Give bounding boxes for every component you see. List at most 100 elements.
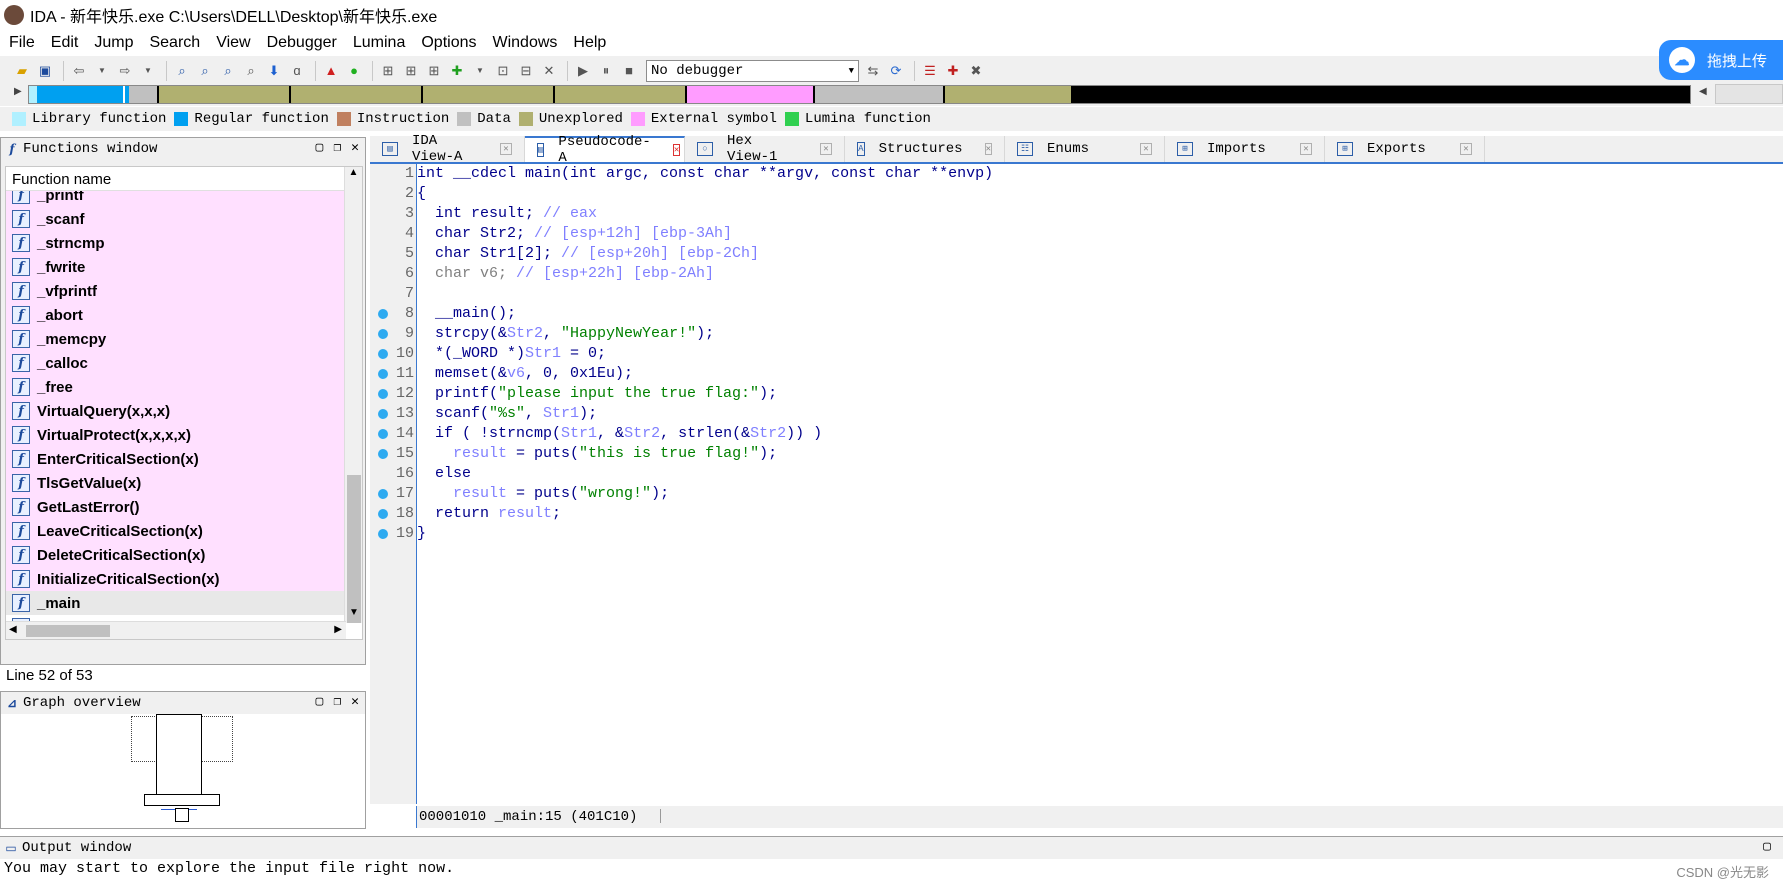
code-line[interactable]: printf("please input the true flag:"); — [417, 384, 1783, 404]
open-file-icon[interactable]: ▰ — [12, 61, 32, 81]
close-tab-icon[interactable]: ✕ — [672, 144, 681, 156]
scroll-up-icon[interactable]: ▲ — [345, 167, 362, 183]
function-row[interactable]: f _vfprintf — [6, 279, 344, 303]
binoculars-next-icon[interactable]: ⌕ — [241, 61, 261, 81]
save-icon[interactable]: ▣ — [35, 61, 55, 81]
undefine-icon[interactable]: ⊟ — [516, 61, 536, 81]
breakpoint-dot-icon[interactable] — [378, 449, 388, 459]
tab-structures[interactable]: A Structures ✕ — [845, 136, 1005, 162]
breakpoint-dot-icon[interactable] — [378, 329, 388, 339]
menu-debugger[interactable]: Debugger — [259, 30, 345, 56]
function-row[interactable]: f EnterCriticalSection(x) — [6, 447, 344, 471]
function-row[interactable]: f _strncmp — [6, 231, 344, 255]
tab-ida-view-a[interactable]: ▤ IDA View-A ✕ — [370, 133, 525, 165]
add-icon[interactable]: ✚ — [447, 61, 467, 81]
function-row[interactable]: f _printf — [6, 191, 344, 207]
chevron-down-icon[interactable]: ▼ — [470, 61, 490, 81]
code-line[interactable]: int __cdecl main(int argc, const char **… — [417, 164, 1783, 184]
function-row[interactable]: f _main — [6, 591, 344, 615]
maximize-icon[interactable]: ▢ — [316, 694, 324, 709]
close-icon[interactable]: ✕ — [351, 140, 359, 155]
menu-file[interactable]: File — [0, 30, 43, 56]
code-line[interactable]: if ( !strncmp(Str1, & Str2, strlen(& Str2)… — [417, 424, 1783, 444]
restore-icon[interactable]: ❐ — [333, 140, 341, 155]
function-row[interactable]: f LeaveCriticalSection(x) — [6, 519, 344, 543]
struct-icon[interactable]: ⊞ — [424, 61, 444, 81]
restore-icon[interactable]: ❐ — [333, 694, 341, 709]
menu-lumina[interactable]: Lumina — [345, 30, 413, 56]
breakpoint-dot-icon[interactable] — [378, 529, 388, 539]
column-header-function-name[interactable]: Function name — [6, 167, 362, 191]
chevron-down-icon[interactable]: ▼ — [138, 61, 158, 81]
debugger-select[interactable]: No debugger ▼ — [646, 59, 859, 82]
scroll-left-icon[interactable]: ◀ — [9, 624, 17, 635]
binoculars-text-icon[interactable]: ⌕ — [195, 61, 215, 81]
code-line[interactable]: int result; // eax — [417, 204, 1783, 224]
tab-enums[interactable]: ☷ Enums ✕ — [1005, 136, 1165, 162]
forward-icon[interactable]: ⇨ — [115, 61, 135, 81]
code-area[interactable]: int __cdecl main(int argc, const char **… — [416, 164, 1783, 804]
close-tab-icon[interactable]: ✕ — [820, 143, 832, 155]
function-row[interactable]: f _calloc — [6, 351, 344, 375]
array-icon[interactable]: ⊡ — [493, 61, 513, 81]
attach-icon[interactable]: ⇆ — [863, 61, 883, 81]
scroll-right-icon[interactable]: ▶ — [334, 624, 342, 635]
warning-icon[interactable]: ▲ — [321, 61, 341, 81]
function-row[interactable]: f _memcpy — [6, 327, 344, 351]
data-icon[interactable]: ⊞ — [401, 61, 421, 81]
code-line[interactable]: result = puts("wrong!"); — [417, 484, 1783, 504]
close-tab-icon[interactable]: ✕ — [500, 143, 512, 155]
menu-jump[interactable]: Jump — [86, 30, 141, 56]
code-line[interactable]: *(_WORD *) Str1 = 0; — [417, 344, 1783, 364]
close-icon[interactable]: ✕ — [351, 694, 359, 709]
code-line[interactable]: } — [417, 524, 1783, 544]
binoculars-icon[interactable]: ⌕ — [172, 61, 192, 81]
function-row[interactable]: f DeleteCriticalSection(x) — [6, 543, 344, 567]
menu-edit[interactable]: Edit — [43, 30, 87, 56]
function-row[interactable]: f _abort — [6, 303, 344, 327]
vertical-scrollbar[interactable]: ▲ ▼ — [344, 167, 362, 623]
close-tab-icon[interactable]: ✕ — [1140, 143, 1152, 155]
maximize-icon[interactable]: ▢ — [1763, 839, 1771, 854]
breakpoint-dot-icon[interactable] — [378, 489, 388, 499]
menu-view[interactable]: View — [208, 30, 258, 56]
code-line[interactable]: char Str1[2]; // [esp+20h] [ebp-2Ch] — [417, 244, 1783, 264]
code-line[interactable] — [417, 284, 1783, 304]
stop-icon[interactable]: ■ — [619, 61, 639, 81]
delete-breakpoint-icon[interactable]: ✖ — [966, 61, 986, 81]
code-line[interactable]: memset(& v6, 0, 0x1Eu); — [417, 364, 1783, 384]
nav-overview-box[interactable] — [1715, 84, 1783, 104]
refresh-icon[interactable]: ⟳ — [886, 61, 906, 81]
functions-list[interactable]: Function name f _printf f _scanf f _strncmp f _… — [5, 166, 363, 640]
maximize-icon[interactable]: ▢ — [316, 140, 324, 155]
code-line[interactable]: scanf("%s", Str1); — [417, 404, 1783, 424]
close-tab-icon[interactable]: ✕ — [1300, 143, 1312, 155]
vertical-scroll-thumb[interactable] — [347, 475, 361, 623]
horizontal-scroll-thumb[interactable] — [26, 625, 110, 637]
close-tab-icon[interactable]: ✕ — [1460, 143, 1472, 155]
chevron-down-icon[interactable]: ▼ — [92, 61, 112, 81]
code-line[interactable]: strcpy(& Str2, "HappyNewYear!"); — [417, 324, 1783, 344]
tab-imports[interactable]: ⊞ Imports ✕ — [1165, 136, 1325, 162]
function-row[interactable]: f GetLastError() — [6, 495, 344, 519]
menu-options[interactable]: Options — [413, 30, 484, 56]
code-line[interactable]: else — [417, 464, 1783, 484]
pause-icon[interactable]: ⏸ — [596, 61, 616, 81]
scroll-down-icon[interactable]: ▼ — [345, 607, 362, 623]
breakpoint-list-icon[interactable]: ☰ — [920, 61, 940, 81]
play-icon[interactable]: ▶ — [573, 61, 593, 81]
function-row[interactable]: f VirtualProtect(x,x,x,x) — [6, 423, 344, 447]
add-breakpoint-icon[interactable]: ✚ — [943, 61, 963, 81]
function-row[interactable]: f _free — [6, 375, 344, 399]
nav-right-arrow-icon[interactable]: ◀ — [1699, 86, 1707, 97]
code-line[interactable]: return result; — [417, 504, 1783, 524]
function-row[interactable]: f InitializeCriticalSection(x) — [6, 567, 344, 591]
graph-overview-canvas[interactable] — [1, 714, 365, 828]
function-row[interactable]: f _scanf — [6, 207, 344, 231]
tab-pseudocode-a[interactable]: ▤ Pseudocode-A ✕ — [525, 134, 685, 166]
code-line[interactable]: __main(); — [417, 304, 1783, 324]
function-row[interactable]: f VirtualQuery(x,x,x) — [6, 399, 344, 423]
breakpoint-dot-icon[interactable] — [378, 509, 388, 519]
function-row[interactable]: f TlsGetValue(x) — [6, 471, 344, 495]
breakpoint-dot-icon[interactable] — [378, 309, 388, 319]
